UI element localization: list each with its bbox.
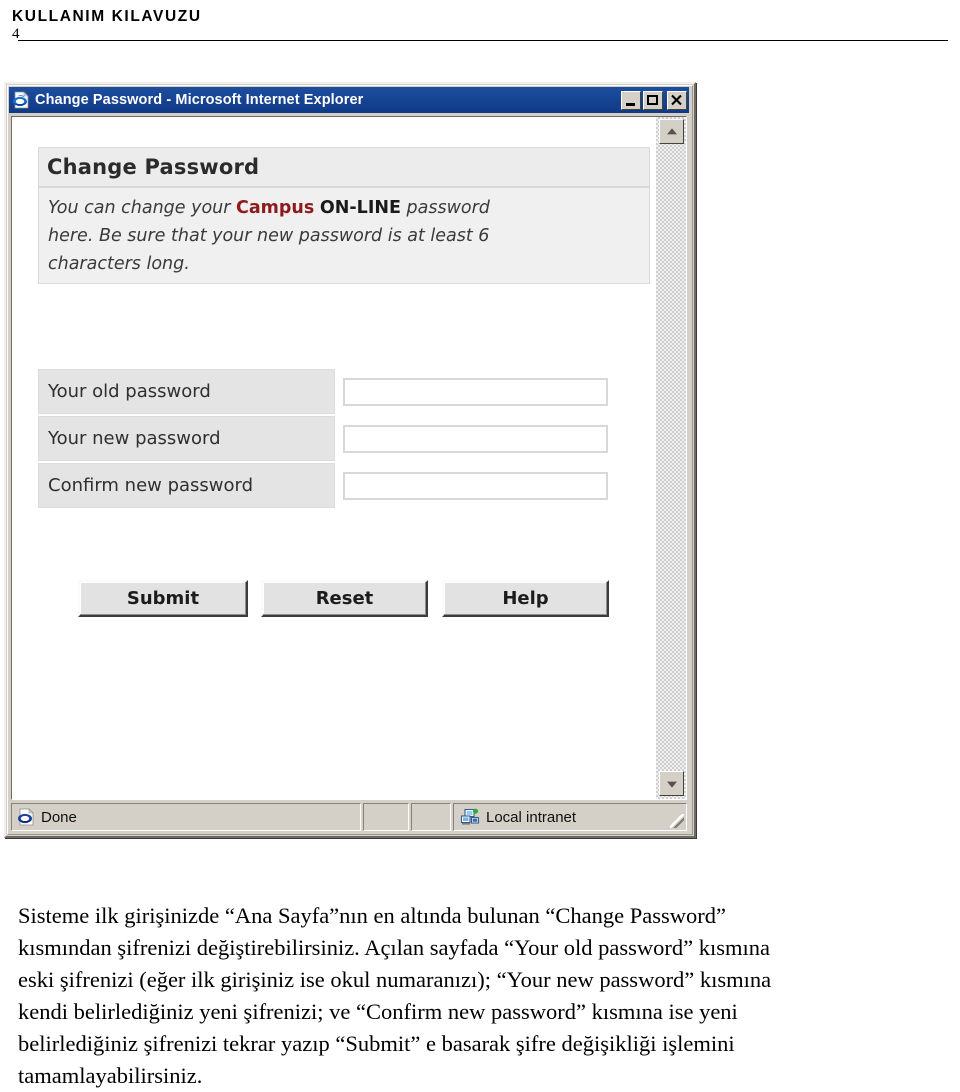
- confirm-password-label: Confirm new password: [48, 475, 254, 496]
- new-password-label-cell: Your new password: [38, 416, 335, 461]
- local-intranet-icon: [460, 808, 480, 826]
- online-keyword: ON-LINE: [319, 198, 401, 218]
- paragraph-line: eski şifrenizi (eğer ilk girişiniz ise o…: [18, 967, 772, 992]
- header-divider: [18, 40, 948, 41]
- vertical-scrollbar[interactable]: [655, 117, 686, 799]
- new-password-label: Your new password: [48, 428, 221, 449]
- webpage-content: Change Password You can change your Camp…: [12, 117, 654, 799]
- submit-button[interactable]: Submit: [78, 580, 248, 617]
- page-number: 4: [12, 26, 20, 42]
- document-header-title: KULLANIM KILAVUZU: [12, 8, 202, 25]
- status-panel: Done: [11, 803, 361, 831]
- intro-text-before: You can change your: [48, 198, 237, 218]
- confirm-password-input-cell: [335, 463, 630, 508]
- intro-text-after: password: [400, 198, 490, 218]
- status-bar: Done Local intranet: [11, 803, 687, 831]
- browser-window: Change Password - Microsoft Internet Exp…: [4, 82, 696, 838]
- form-row-old-password: Your old password: [38, 369, 630, 414]
- paragraph-line: kendi belirlediğiniz yeni şifrenizi; ve …: [18, 999, 738, 1024]
- confirm-password-input[interactable]: [343, 471, 608, 500]
- security-zone-panel[interactable]: Local intranet: [453, 803, 687, 831]
- internet-explorer-icon: [17, 808, 35, 826]
- minimize-button[interactable]: [621, 90, 641, 110]
- body-paragraph: Sisteme ilk girişinizde “Ana Sayfa”nın e…: [18, 900, 944, 1092]
- scroll-down-button[interactable]: [659, 771, 684, 796]
- window-title: Change Password - Microsoft Internet Exp…: [35, 92, 364, 108]
- new-password-input-cell: [335, 416, 630, 461]
- page-title-text: Change Password: [47, 155, 260, 179]
- status-panel-spacer-1: [363, 803, 409, 831]
- intro-line: You can change your Campus ON-LINE passw…: [48, 194, 639, 222]
- security-zone-text: Local intranet: [486, 808, 577, 826]
- window-titlebar: Change Password - Microsoft Internet Exp…: [9, 87, 689, 113]
- intro-line: characters long.: [48, 254, 190, 274]
- form-button-group: Submit Reset Help: [78, 580, 609, 617]
- paragraph-line: Sisteme ilk girişinizde “Ana Sayfa”nın e…: [18, 903, 726, 928]
- internet-explorer-icon: [12, 91, 30, 109]
- page-title: Change Password: [38, 147, 650, 187]
- old-password-label-cell: Your old password: [38, 369, 335, 414]
- campus-keyword: Campus: [236, 198, 315, 218]
- old-password-label: Your old password: [48, 381, 211, 402]
- resize-grip[interactable]: [670, 814, 684, 828]
- paragraph-line: tamamlayabilirsiniz.: [18, 1063, 203, 1088]
- browser-client-area: Change Password You can change your Camp…: [11, 116, 687, 800]
- old-password-input[interactable]: [343, 377, 608, 406]
- reset-button[interactable]: Reset: [261, 580, 428, 617]
- close-button[interactable]: [667, 90, 687, 110]
- change-password-form: Your old password Your new password Conf…: [38, 369, 630, 510]
- status-text: Done: [41, 808, 77, 826]
- help-button[interactable]: Help: [442, 580, 609, 617]
- chevron-down-icon: [666, 781, 677, 788]
- form-row-new-password: Your new password: [38, 416, 630, 461]
- chevron-up-icon: [666, 127, 677, 134]
- intro-line: here. Be sure that your new password is …: [48, 226, 490, 246]
- paragraph-line: belirlediğiniz şifrenizi tekrar yazıp “S…: [18, 1031, 735, 1056]
- new-password-input[interactable]: [343, 424, 608, 453]
- confirm-password-label-cell: Confirm new password: [38, 463, 335, 508]
- paragraph-line: kısmından şifrenizi değiştirebilirsiniz.…: [18, 935, 770, 960]
- old-password-input-cell: [335, 369, 630, 414]
- status-panel-spacer-2: [411, 803, 451, 831]
- maximize-button[interactable]: [643, 90, 663, 110]
- intro-panel: You can change your Campus ON-LINE passw…: [38, 187, 650, 284]
- scroll-up-button[interactable]: [659, 119, 684, 144]
- form-row-confirm-password: Confirm new password: [38, 463, 630, 508]
- document-header: KULLANIM KILAVUZU 4: [12, 8, 948, 42]
